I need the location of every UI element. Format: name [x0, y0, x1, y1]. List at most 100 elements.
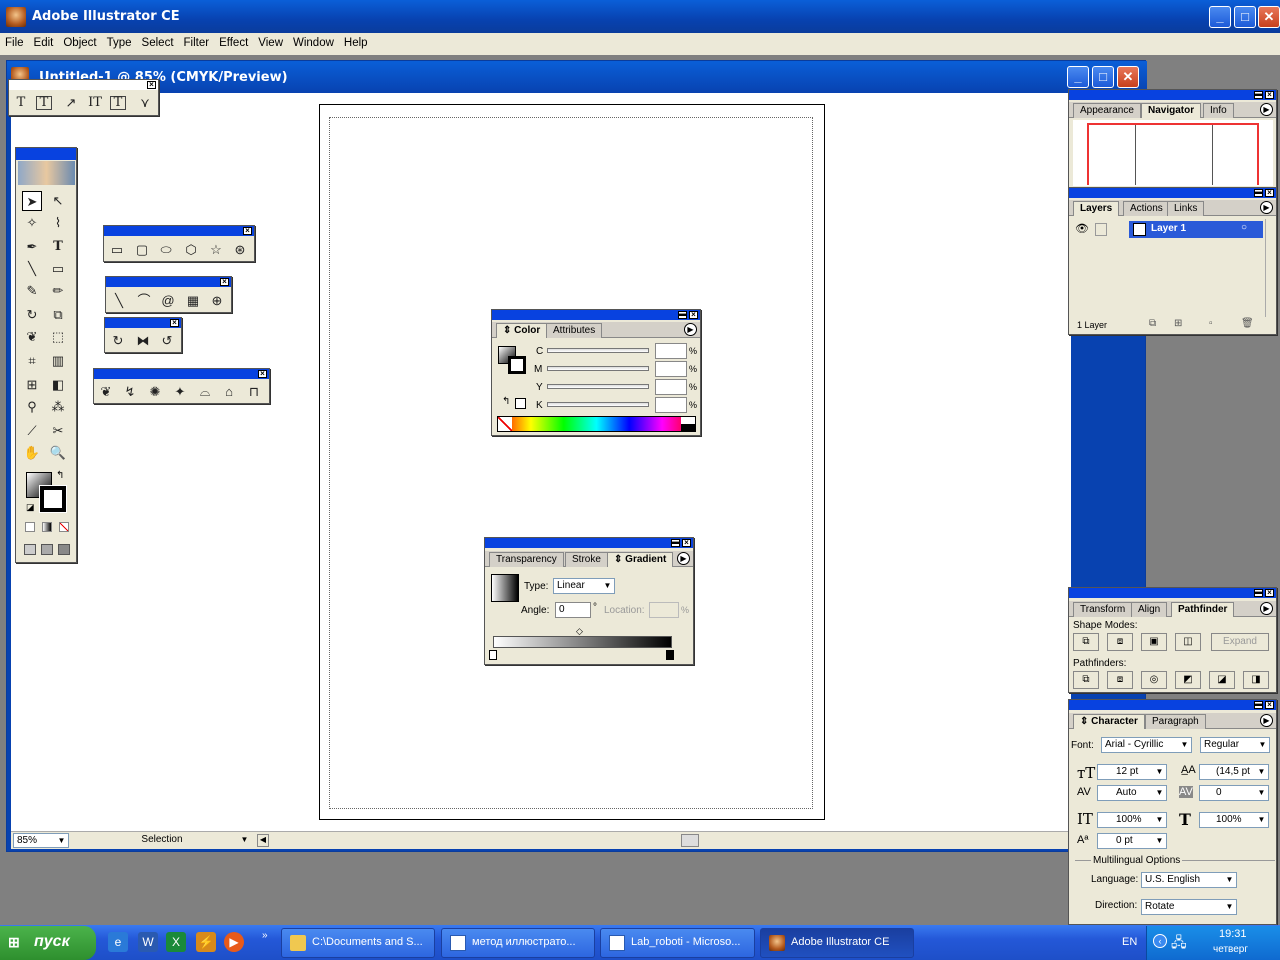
magic-wand-tool-icon[interactable]: ✧	[22, 213, 42, 233]
full-screen-mode-button[interactable]	[58, 544, 70, 555]
arc-tool-icon[interactable]: ⌒	[134, 291, 154, 311]
make-clipping-mask-icon[interactable]: ⧉	[1149, 318, 1156, 329]
app-icon[interactable]: ⚡	[196, 932, 216, 952]
menu-effect[interactable]: Effect	[214, 33, 253, 49]
close-icon[interactable]: ×	[1265, 91, 1274, 99]
gradient-ramp[interactable]	[493, 636, 672, 648]
pen-tool-icon[interactable]: ✒	[22, 237, 42, 257]
navigator-thumbnail[interactable]	[1073, 120, 1273, 186]
word-icon[interactable]: W	[138, 932, 158, 952]
type-tool-icon[interactable]: T	[48, 237, 68, 257]
k-value-field[interactable]	[655, 397, 687, 413]
eye-visibility-icon[interactable]: 👁	[1075, 222, 1089, 235]
color-mode-button[interactable]	[25, 522, 35, 532]
close-icon[interactable]: ×	[689, 311, 698, 319]
palette-caption[interactable]	[104, 226, 254, 236]
tab-transparency[interactable]: Transparency	[489, 552, 564, 567]
tab-actions[interactable]: Actions	[1123, 201, 1170, 216]
mesh-tool-icon[interactable]: ⊞	[22, 375, 42, 395]
star-tool-icon[interactable]: ☆	[206, 240, 226, 260]
warp-tool-icon[interactable]: ❦	[96, 382, 116, 402]
vertical-type-tool-icon[interactable]: IT	[85, 93, 105, 113]
tab-pathfinder[interactable]: Pathfinder	[1171, 602, 1235, 617]
task-explorer[interactable]: C:\Documents and S...	[281, 928, 435, 958]
gradient-stop-white[interactable]	[489, 650, 497, 660]
panel-menu-icon[interactable]: ▶	[677, 552, 690, 565]
doc-minimize-button[interactable]: _	[1067, 66, 1089, 88]
angle-field[interactable]: 0	[555, 602, 591, 618]
area-type-tool-icon[interactable]: T	[36, 96, 52, 110]
menu-edit[interactable]: Edit	[29, 33, 59, 49]
vertical-area-type-tool-icon[interactable]: T	[110, 96, 126, 110]
intersect-shape-areas-icon[interactable]: ▣	[1141, 633, 1167, 651]
palette-caption[interactable]	[94, 369, 269, 379]
tab-info[interactable]: Info	[1203, 103, 1234, 118]
twirl-tool-icon[interactable]: ↯	[120, 382, 140, 402]
gradient-stop-black[interactable]	[666, 650, 674, 660]
warp-tool-icon[interactable]: ❦	[22, 327, 42, 347]
add-to-shape-area-icon[interactable]: ⧉	[1073, 633, 1099, 651]
panel-menu-icon[interactable]: ▶	[1260, 714, 1273, 727]
lasso-tool-icon[interactable]: ⌇	[48, 213, 68, 233]
lock-toggle[interactable]	[1095, 223, 1107, 236]
minimize-icon[interactable]: ▬	[1254, 700, 1263, 709]
language-indicator[interactable]: EN	[1122, 936, 1137, 948]
minimize-button[interactable]: _	[1209, 6, 1231, 28]
panel-menu-icon[interactable]: ▶	[1260, 103, 1273, 116]
scallop-tool-icon[interactable]: ⌓	[195, 382, 215, 402]
tab-layers[interactable]: Layers	[1073, 201, 1120, 216]
default-colors-icon[interactable]: ◪	[26, 502, 35, 513]
horizontal-scroll-thumb[interactable]	[681, 834, 699, 847]
panel-menu-icon[interactable]: ▶	[1260, 201, 1273, 214]
bloat-tool-icon[interactable]: ✦	[170, 382, 190, 402]
minimize-icon[interactable]: ▬	[671, 538, 680, 547]
tab-stroke[interactable]: Stroke	[565, 552, 608, 567]
font-family-select[interactable]: Arial - Cyrillic ▼	[1101, 737, 1192, 753]
close-icon[interactable]: ×	[682, 539, 691, 547]
task-word-1[interactable]: метод иллюстрато...	[441, 928, 595, 958]
none-mode-button[interactable]	[59, 522, 69, 532]
c-slider[interactable]	[547, 348, 649, 353]
close-icon[interactable]: ×	[243, 227, 252, 235]
outline-icon[interactable]: ◪	[1209, 671, 1235, 689]
menu-type[interactable]: Type	[102, 33, 137, 49]
artboard-canvas[interactable]	[11, 93, 1071, 831]
polar-grid-tool-icon[interactable]: ⊕	[207, 291, 227, 311]
tab-appearance[interactable]: Appearance	[1073, 103, 1141, 118]
tab-links[interactable]: Links	[1167, 201, 1205, 216]
tray-expand-icon[interactable]: ‹	[1153, 934, 1167, 948]
direct-selection-tool-icon[interactable]: ↖	[48, 191, 68, 211]
y-slider[interactable]	[547, 384, 649, 389]
excel-icon[interactable]: X	[166, 932, 186, 952]
status-mode-select[interactable]: Selection ▼	[73, 833, 251, 848]
path-type-tool-icon[interactable]: ↗	[61, 93, 81, 113]
quicklaunch-expand-icon[interactable]: »	[262, 930, 268, 941]
tab-paragraph[interactable]: Paragraph	[1145, 714, 1206, 729]
menu-select[interactable]: Select	[137, 33, 179, 49]
flare-tool-icon[interactable]: ⊛	[230, 240, 250, 260]
out-of-gamut-icon[interactable]: ↰	[502, 396, 510, 407]
close-button[interactable]: ✕	[1258, 6, 1280, 28]
network-icon[interactable]: 🖧	[1171, 932, 1187, 956]
font-size-field[interactable]: 12 pt ▼	[1097, 764, 1167, 780]
scroll-left-button[interactable]: ◀	[257, 834, 269, 847]
paintbrush-tool-icon[interactable]: ✎	[22, 281, 42, 301]
target-circle-icon[interactable]: ○	[1241, 222, 1247, 233]
tab-gradient[interactable]: ⇕ Gradient	[607, 552, 674, 567]
symbol-sprayer-tool-icon[interactable]: ⌗	[22, 351, 42, 371]
color-spectrum-bar[interactable]	[497, 416, 696, 432]
close-icon[interactable]: ×	[258, 370, 267, 378]
selection-tool-icon[interactable]: ➤	[22, 191, 42, 211]
twist-tool-icon[interactable]: ↺	[157, 331, 177, 351]
rounded-rectangle-tool-icon[interactable]: ▢	[132, 240, 152, 260]
stroke-swatch[interactable]	[39, 485, 67, 513]
minimize-icon[interactable]: ▬	[1254, 588, 1263, 597]
minimize-icon[interactable]: ▬	[678, 310, 687, 319]
line-segment-tool-icon[interactable]: ╲	[109, 291, 129, 311]
layer-name[interactable]: Layer 1 ○	[1129, 221, 1263, 238]
leading-field[interactable]: (14,5 pt ▼	[1199, 764, 1269, 780]
new-layer-icon[interactable]: ▫	[1209, 318, 1213, 329]
new-sublayer-icon[interactable]: ⊞	[1174, 318, 1182, 329]
full-screen-menu-mode-button[interactable]	[41, 544, 53, 555]
rotate-tool-icon[interactable]: ↻	[108, 331, 128, 351]
